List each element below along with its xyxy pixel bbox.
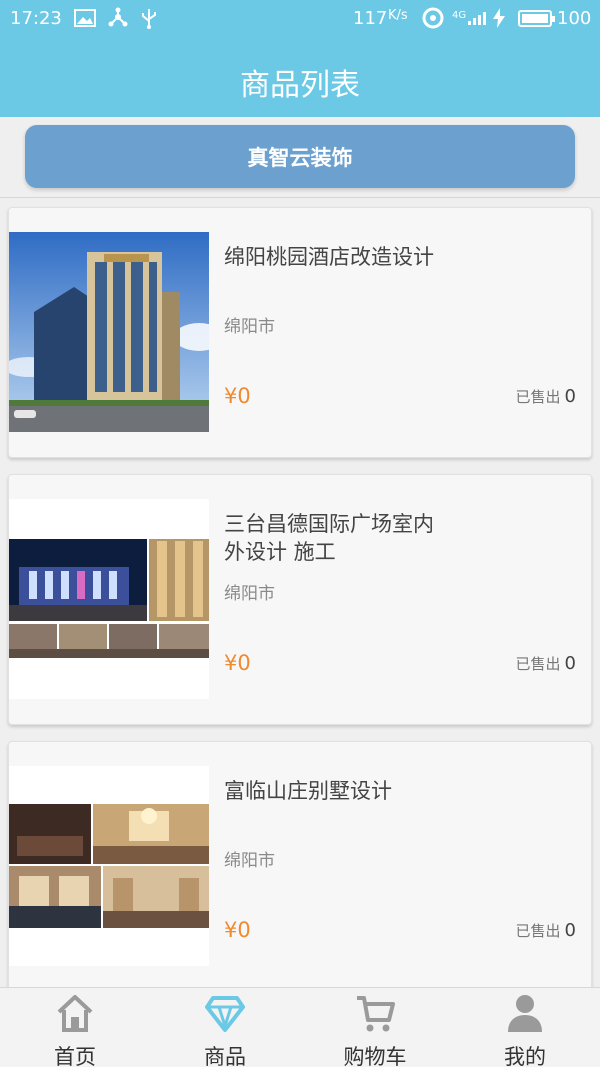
status-time: 17:23: [10, 8, 62, 29]
product-sold: 已售出 0: [516, 386, 576, 407]
network-speed: 117: [353, 8, 388, 29]
product-sold: 已售出 0: [516, 653, 576, 674]
tab-label: 首页: [54, 1045, 96, 1067]
product-city: 绵阳市: [224, 584, 275, 604]
usb-icon: [136, 6, 162, 30]
sold-label: 已售出: [515, 388, 561, 406]
network-type: 4G: [452, 10, 467, 21]
home-icon: [57, 995, 93, 1032]
tab-profile[interactable]: 我的: [450, 988, 600, 1067]
app-header: 17:23 117 K/s 4G 100 商品列表: [0, 0, 600, 117]
page-title: 商品列表: [240, 68, 360, 103]
product-image: [9, 499, 209, 699]
bottom-tab-bar: 首页 商品 购物车 我的: [0, 987, 600, 1067]
battery-level: 100: [557, 8, 592, 29]
product-card[interactable]: 富临山庄别墅设计 绵阳市 ¥0 已售出 0: [8, 741, 592, 992]
product-sold: 已售出 0: [516, 920, 576, 941]
sold-count: 0: [564, 653, 576, 674]
tab-cart[interactable]: 购物车: [300, 988, 450, 1067]
battery-icon: [518, 10, 555, 27]
product-title: 富临山庄别墅设计: [224, 779, 392, 803]
sold-count: 0: [564, 386, 576, 407]
status-bar: 17:23 117 K/s 4G 100: [0, 0, 600, 38]
product-card[interactable]: 绵阳桃园酒店改造设计 绵阳市 ¥0 已售出 0: [8, 207, 592, 458]
sold-label: 已售出: [515, 655, 561, 673]
product-price: ¥0: [224, 384, 251, 408]
sold-label: 已售出: [515, 922, 561, 940]
product-title: 三台昌德国际广场室内外设计 施工: [224, 512, 434, 564]
sold-count: 0: [564, 920, 576, 941]
divider: [0, 197, 600, 198]
brand-button[interactable]: 真智云装饰: [25, 125, 575, 188]
charging-icon: [490, 6, 508, 30]
user-icon: [508, 995, 542, 1032]
tab-label: 商品: [204, 1045, 246, 1067]
signal-icon: [468, 6, 488, 30]
tab-products[interactable]: 商品: [150, 988, 300, 1067]
product-price: ¥0: [224, 918, 251, 942]
tab-home[interactable]: 首页: [0, 988, 150, 1067]
product-image: [9, 766, 209, 966]
vpn-icon: [420, 6, 446, 30]
cart-icon: [357, 996, 395, 1032]
product-image: [9, 232, 209, 432]
image-notification-icon: [72, 6, 98, 30]
tab-label: 购物车: [343, 1045, 407, 1067]
product-title: 绵阳桃园酒店改造设计: [224, 245, 434, 269]
diamond-icon: [205, 996, 245, 1032]
product-city: 绵阳市: [224, 317, 275, 337]
product-city: 绵阳市: [224, 851, 275, 871]
product-card[interactable]: 三台昌德国际广场室内外设计 施工 绵阳市 ¥0 已售出 0: [8, 474, 592, 725]
share-icon: [105, 6, 131, 30]
network-speed-unit: K/s: [388, 8, 408, 23]
product-price: ¥0: [224, 651, 251, 675]
tab-label: 我的: [504, 1045, 546, 1067]
